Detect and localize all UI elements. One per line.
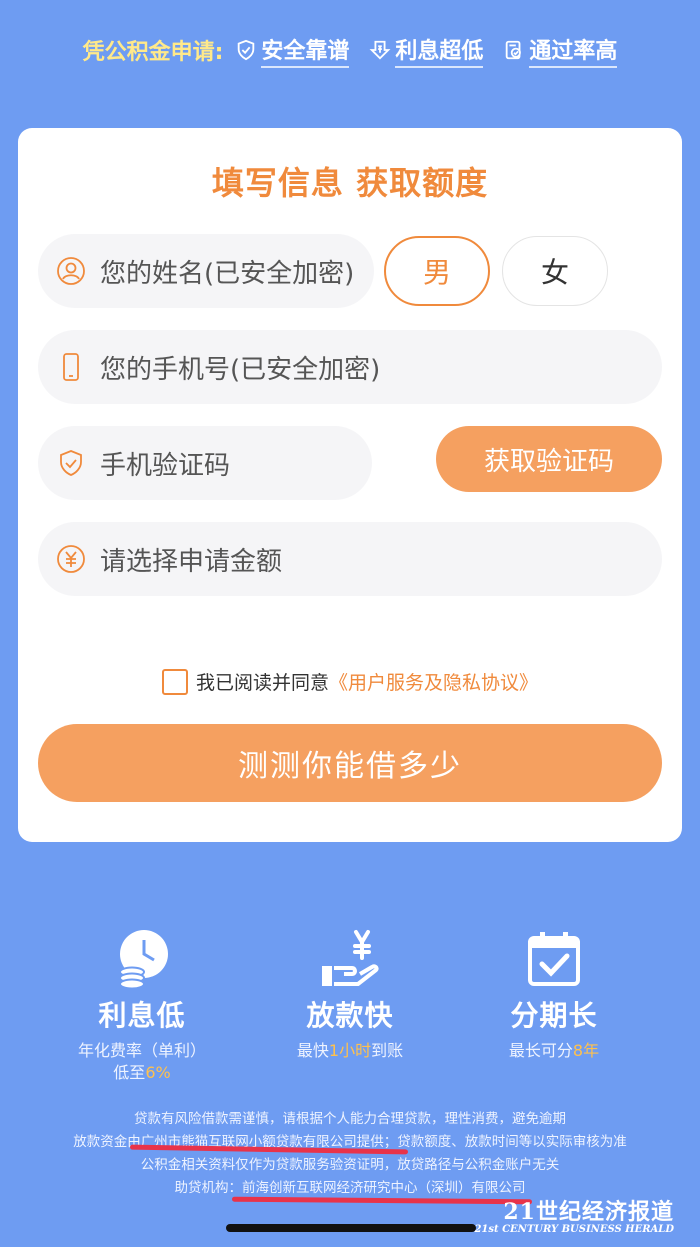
calendar-check-icon <box>528 932 580 986</box>
agreement-text: 我已阅读并同意 <box>195 672 329 694</box>
home-indicator[interactable] <box>226 1224 476 1232</box>
perk-low-interest: 利息低 年化费率（单利） 低至6% <box>42 928 242 1084</box>
feature-approval: 通过率高 <box>503 33 618 68</box>
perk-low-interest-title: 利息低 <box>98 999 186 1032</box>
gender-male-label: 男 <box>422 256 451 289</box>
disclaimer-line-1: 贷款有风险借款需谨慎，请根据个人能力合理贷款，理性消费，避免逾期 <box>134 1111 566 1127</box>
get-code-label: 获取验证码 <box>483 446 614 477</box>
name-placeholder: 您的姓名(已安全加密) <box>100 258 355 289</box>
agreement-checkbox[interactable] <box>161 668 188 695</box>
perk-fast-payout-title: 放款快 <box>306 999 394 1032</box>
phone-placeholder: 您的手机号(已安全加密) <box>100 354 381 385</box>
perk-long-term-sub: 最长可分8年 <box>508 1041 600 1060</box>
header-feature-bar: 凭公积金申请: 安全靠谱 利息超低 通过率高 <box>0 28 700 72</box>
get-code-button[interactable]: 获取验证码 <box>436 426 662 492</box>
submit-label: 测测你能借多少 <box>238 749 462 784</box>
application-form-card: 填写信息 获取额度 您的姓名(已安全加密) 男 女 您的手机号(已安全加密) 手… <box>18 128 682 842</box>
verification-code-input[interactable]: 手机验证码 <box>38 426 372 500</box>
agreement-row: 我已阅读并同意 《用户服务及隐私协议》 <box>18 668 682 695</box>
header-lead: 凭公积金申请: <box>82 40 224 65</box>
publisher-watermark: 21世纪经济报道 21st CENTURY BUSINESS HERALD <box>474 1194 674 1235</box>
feature-approval-label: 通过率高 <box>529 33 618 68</box>
phone-input[interactable]: 您的手机号(已安全加密) <box>38 330 662 404</box>
submit-button[interactable]: 测测你能借多少 <box>38 724 662 802</box>
perk-long-term: 分期长 最长可分8年 <box>454 928 654 1062</box>
feature-safe-label: 安全靠谱 <box>261 33 350 68</box>
perk-low-interest-sub1: 年化费率（单利） <box>77 1041 206 1060</box>
clock-coins-icon <box>119 930 168 990</box>
user-icon <box>57 257 85 285</box>
feature-low-interest-label: 利息超低 <box>395 33 484 68</box>
down-arrow-coin-icon <box>369 40 391 60</box>
shield-check-icon <box>60 450 82 476</box>
amount-select[interactable]: 请选择申请金额 <box>38 522 662 596</box>
watermark-main: 21世纪经济报道 <box>503 1199 674 1225</box>
feature-safe: 安全靠谱 <box>235 33 350 68</box>
perk-low-interest-sub2: 低至6% <box>113 1063 171 1082</box>
phone-icon <box>63 353 79 381</box>
perk-fast-payout: 放款快 最快1小时到账 <box>250 928 450 1062</box>
code-placeholder: 手机验证码 <box>100 450 231 481</box>
perk-fast-payout-time: 1小时 <box>328 1041 372 1060</box>
gender-male-button[interactable]: 男 <box>384 236 490 306</box>
gender-female-label: 女 <box>540 256 569 289</box>
agreement-link[interactable]: 《用户服务及隐私协议》 <box>329 668 538 695</box>
perk-low-interest-rate: 6% <box>145 1063 171 1082</box>
watermark-sub: 21st CENTURY BUSINESS HERALD <box>474 1224 674 1235</box>
selected-corner-mark <box>472 288 488 304</box>
form-title: 填写信息 获取额度 <box>211 164 489 202</box>
hand-money-icon <box>322 930 379 986</box>
gender-female-button[interactable]: 女 <box>502 236 608 306</box>
name-input[interactable]: 您的姓名(已安全加密) <box>38 234 374 308</box>
feature-low-interest: 利息超低 <box>369 33 484 68</box>
disclaimer-line-3: 公积金相关资料仅作为贷款服务验资证明，放贷路径与公积金账户无关 <box>140 1157 560 1173</box>
disclaimer-footer: 贷款有风险借款需谨慎，请根据个人能力合理贷款，理性消费，避免逾期 放款资金由广州… <box>0 1108 700 1200</box>
perk-long-term-title: 分期长 <box>510 999 598 1032</box>
yuan-icon <box>57 545 85 573</box>
approval-document-icon <box>506 40 522 60</box>
shield-check-icon <box>238 39 255 61</box>
perk-fast-payout-sub: 最快1小时到账 <box>296 1041 404 1060</box>
perk-long-term-years: 8年 <box>572 1041 600 1060</box>
amount-placeholder: 请选择申请金额 <box>100 546 283 577</box>
